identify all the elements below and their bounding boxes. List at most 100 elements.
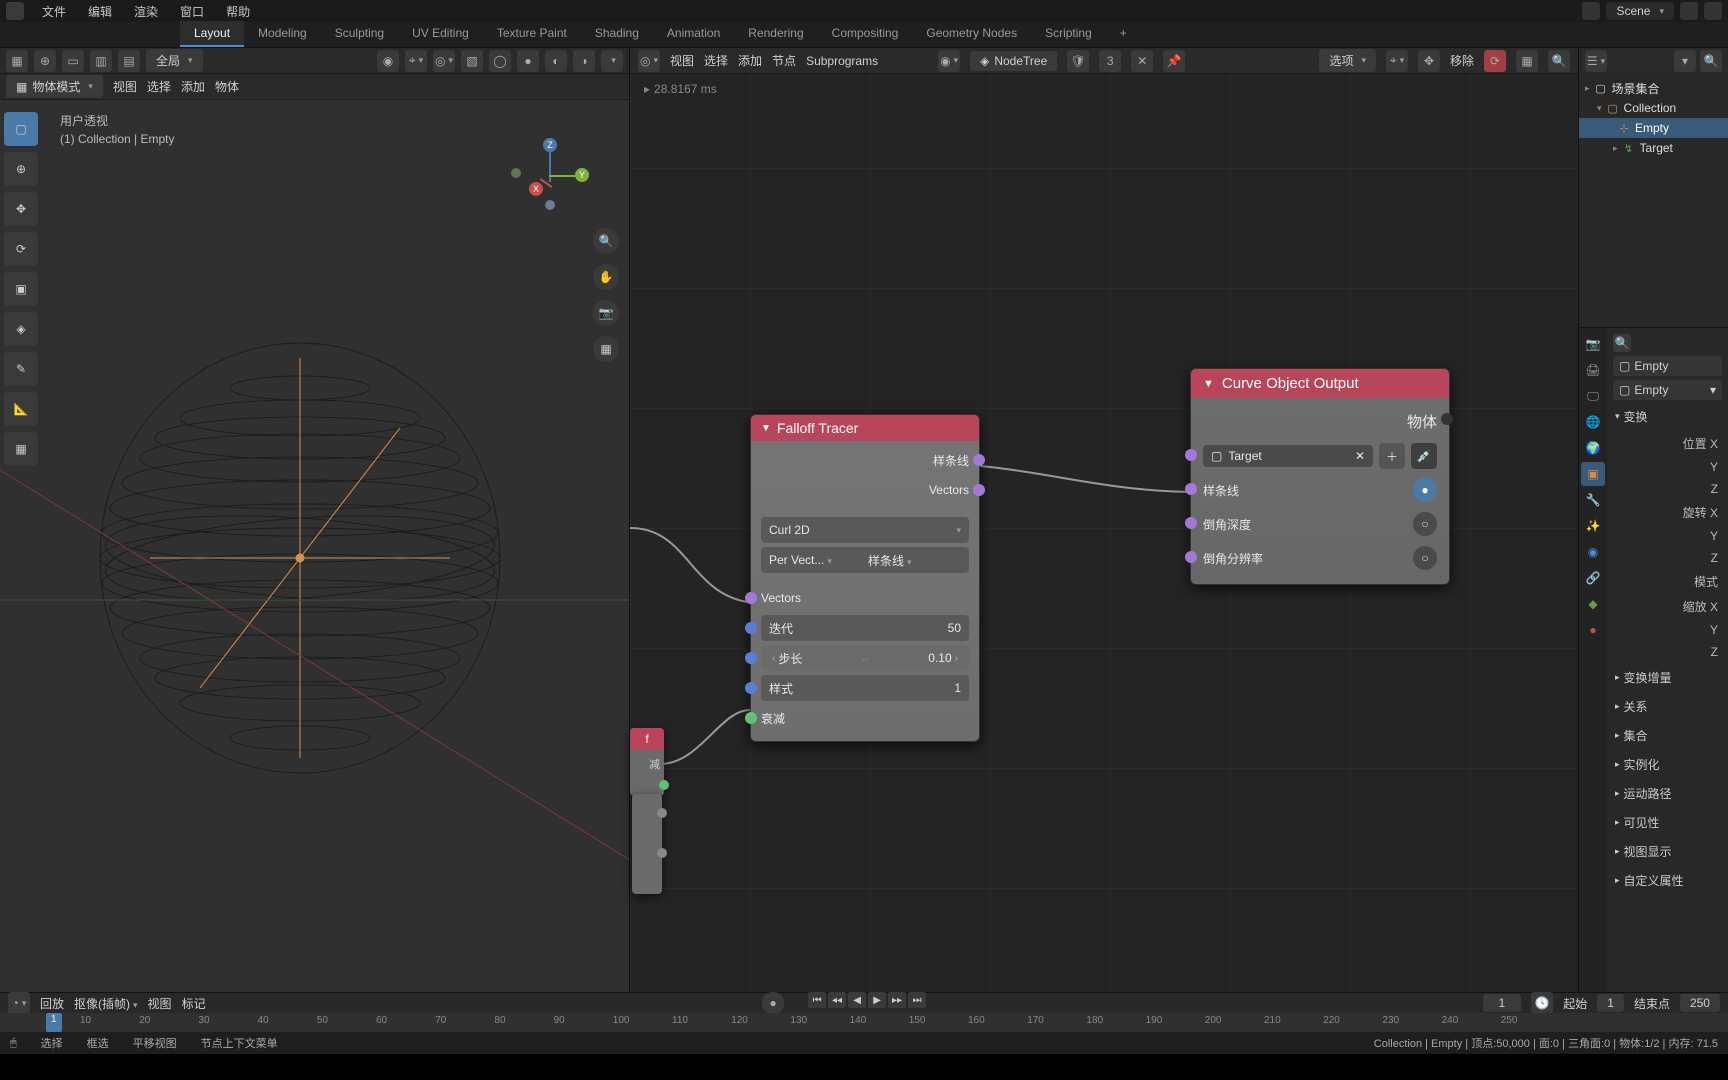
persp-icon[interactable]: ▦ [593, 336, 619, 362]
vp-menu-object[interactable]: 物体 [215, 78, 239, 95]
obj-out-socket[interactable] [1441, 413, 1453, 425]
gizmo-neg-z-icon[interactable] [545, 200, 555, 210]
auto-key-icon[interactable]: ● [762, 992, 784, 1014]
tool-transform[interactable]: ◈ [4, 312, 38, 346]
play-rev-button[interactable]: ◀ [848, 992, 866, 1008]
tool-add-cube[interactable]: ▦ [4, 432, 38, 466]
ptab-scene[interactable]: 🌐 [1581, 410, 1605, 434]
menu-file[interactable]: 文件 [32, 1, 76, 22]
out-vectors-socket[interactable] [973, 484, 985, 496]
section-delta[interactable]: ▸变换增量 [1613, 665, 1722, 690]
tool-measure[interactable]: 📐 [4, 392, 38, 426]
ne-editor-type-icon[interactable]: ◎ [638, 50, 660, 72]
tab-animation[interactable]: Animation [653, 21, 734, 47]
section-transform[interactable]: ▾变换 [1613, 404, 1722, 429]
vp-menu-select[interactable]: 选择 [147, 78, 171, 95]
in-bevel-depth-socket[interactable] [1185, 517, 1197, 529]
ptab-data[interactable]: ◆ [1581, 592, 1605, 616]
in-mode-socket[interactable] [745, 682, 757, 694]
bevel-res-toggle[interactable]: ○ [1413, 546, 1437, 570]
section-collections[interactable]: ▸集合 [1613, 723, 1722, 748]
outliner-mode-icon[interactable]: ☰ [1585, 50, 1607, 72]
count-icon[interactable]: 3 [1099, 50, 1121, 72]
section-relations[interactable]: ▸关系 [1613, 694, 1722, 719]
mini-node-out-socket[interactable] [659, 780, 669, 790]
shield-icon[interactable]: 🛡 [1067, 50, 1089, 72]
tool-rotate[interactable]: ⟳ [4, 232, 38, 266]
editor-type-icon[interactable]: ▦ [6, 50, 28, 72]
vp-menu-add[interactable]: 添加 [181, 78, 205, 95]
rot-x-field[interactable]: 旋转 X [1613, 502, 1722, 523]
gizmo-y-icon[interactable]: Y [575, 168, 589, 182]
tab-shading[interactable]: Shading [581, 21, 653, 47]
menu-render[interactable]: 渲染 [124, 1, 168, 22]
shading-options-icon[interactable] [601, 50, 623, 72]
section-visibility[interactable]: ▸可见性 [1613, 810, 1722, 835]
next-key-button[interactable]: ▸▸ [888, 992, 906, 1008]
mini2-sock-2[interactable] [657, 848, 667, 858]
tl-playback[interactable]: 回放 [40, 995, 64, 1012]
rot-y-field[interactable]: Y [1613, 527, 1722, 545]
cursor-tool-icon[interactable]: ⊕ [34, 50, 56, 72]
ne-tree-type-icon[interactable]: ◉ [938, 50, 960, 72]
menu-edit[interactable]: 编辑 [78, 1, 122, 22]
tab-scripting[interactable]: Scripting [1031, 21, 1106, 47]
loc-z-field[interactable]: Z [1613, 480, 1722, 498]
node-tree-selector[interactable]: ◈NodeTree [970, 51, 1057, 71]
clock-icon[interactable]: 🕓 [1531, 992, 1553, 1014]
mini-node-2[interactable] [632, 794, 662, 894]
shading-render-icon[interactable]: ◑ [573, 50, 595, 72]
proportional-dropdown[interactable]: ◎ [433, 50, 455, 72]
tab-sculpting[interactable]: Sculpting [321, 21, 398, 47]
loc-y-field[interactable]: Y [1613, 458, 1722, 476]
tl-view[interactable]: 视图 [148, 995, 172, 1012]
timeline-ruler[interactable]: 1 10203040506070809010011012013014015016… [0, 1013, 1728, 1032]
node-falloff-header[interactable]: ▼Falloff Tracer [751, 415, 979, 441]
scene-layer-icon[interactable] [1582, 2, 1600, 20]
orientation-selector[interactable]: 全局 [146, 49, 203, 72]
spline-type-dropdown[interactable]: 样条线 [868, 552, 961, 569]
eyedropper-button[interactable]: 💉 [1411, 443, 1437, 469]
zoom-icon[interactable]: 🔍 [593, 228, 619, 254]
outliner[interactable]: ☰ ▾ 🔍 ▸▢场景集合 ▾▢Collection ⊹Empty ▸↯Targe… [1579, 48, 1728, 328]
outliner-scene-collection[interactable]: ▸▢场景集合 [1579, 78, 1728, 98]
play-button[interactable]: ▶ [868, 992, 886, 1008]
ne-menu-node[interactable]: 节点 [772, 52, 796, 69]
in-step-socket[interactable] [745, 652, 757, 664]
in-vectors-socket[interactable] [745, 592, 757, 604]
shading-solid-icon[interactable]: ● [517, 50, 539, 72]
outliner-target[interactable]: ▸↯Target [1579, 138, 1728, 158]
tab-uv[interactable]: UV Editing [398, 21, 483, 47]
ne-snap-icon[interactable]: ⌖ [1386, 50, 1408, 72]
select-mode-icon[interactable]: ▭ [62, 50, 84, 72]
tab-layout[interactable]: Layout [180, 21, 244, 47]
curl-mode-dropdown[interactable]: Curl 2D [761, 517, 969, 543]
ne-overlay-icon[interactable]: ▦ [1516, 50, 1538, 72]
outliner-search-icon[interactable]: 🔍 [1700, 50, 1722, 72]
node-falloff-tracer[interactable]: ▼Falloff Tracer 样条线 Vectors Curl 2D Per … [750, 414, 980, 742]
shading-wire-icon[interactable]: ◯ [489, 50, 511, 72]
menu-help[interactable]: 帮助 [216, 1, 260, 22]
ptab-object[interactable]: ▣ [1581, 462, 1605, 486]
timeline-mode-icon[interactable]: ◔ [8, 992, 30, 1014]
gizmo-neg-y-icon[interactable] [511, 168, 521, 178]
tab-texture[interactable]: Texture Paint [483, 21, 581, 47]
scale-y-field[interactable]: Y [1613, 621, 1722, 639]
select-mode-2-icon[interactable]: ▥ [90, 50, 112, 72]
ptab-modifiers[interactable]: 🔧 [1581, 488, 1605, 512]
step-field[interactable]: ‹ 步长 ↔ 0.10 › [761, 645, 969, 671]
ne-options-dropdown[interactable]: 选项 [1319, 49, 1376, 72]
new-object-button[interactable]: ＋ [1379, 443, 1405, 469]
current-frame-field[interactable]: 1 [1483, 994, 1522, 1012]
ne-menu-add[interactable]: 添加 [738, 52, 762, 69]
object-mode-selector[interactable]: ▦物体模式 [6, 75, 103, 98]
mini-node[interactable]: f 减 [630, 728, 664, 796]
playhead[interactable]: 1 [46, 1013, 62, 1032]
tool-annotate[interactable]: ✎ [4, 352, 38, 386]
rot-z-field[interactable]: Z [1613, 549, 1722, 567]
rot-mode-field[interactable]: 模式 [1613, 571, 1722, 592]
ne-menu-view[interactable]: 视图 [670, 52, 694, 69]
ptab-particles[interactable]: ✨ [1581, 514, 1605, 538]
camera-icon[interactable]: 📷 [593, 300, 619, 326]
step-increment[interactable]: › [952, 653, 961, 664]
